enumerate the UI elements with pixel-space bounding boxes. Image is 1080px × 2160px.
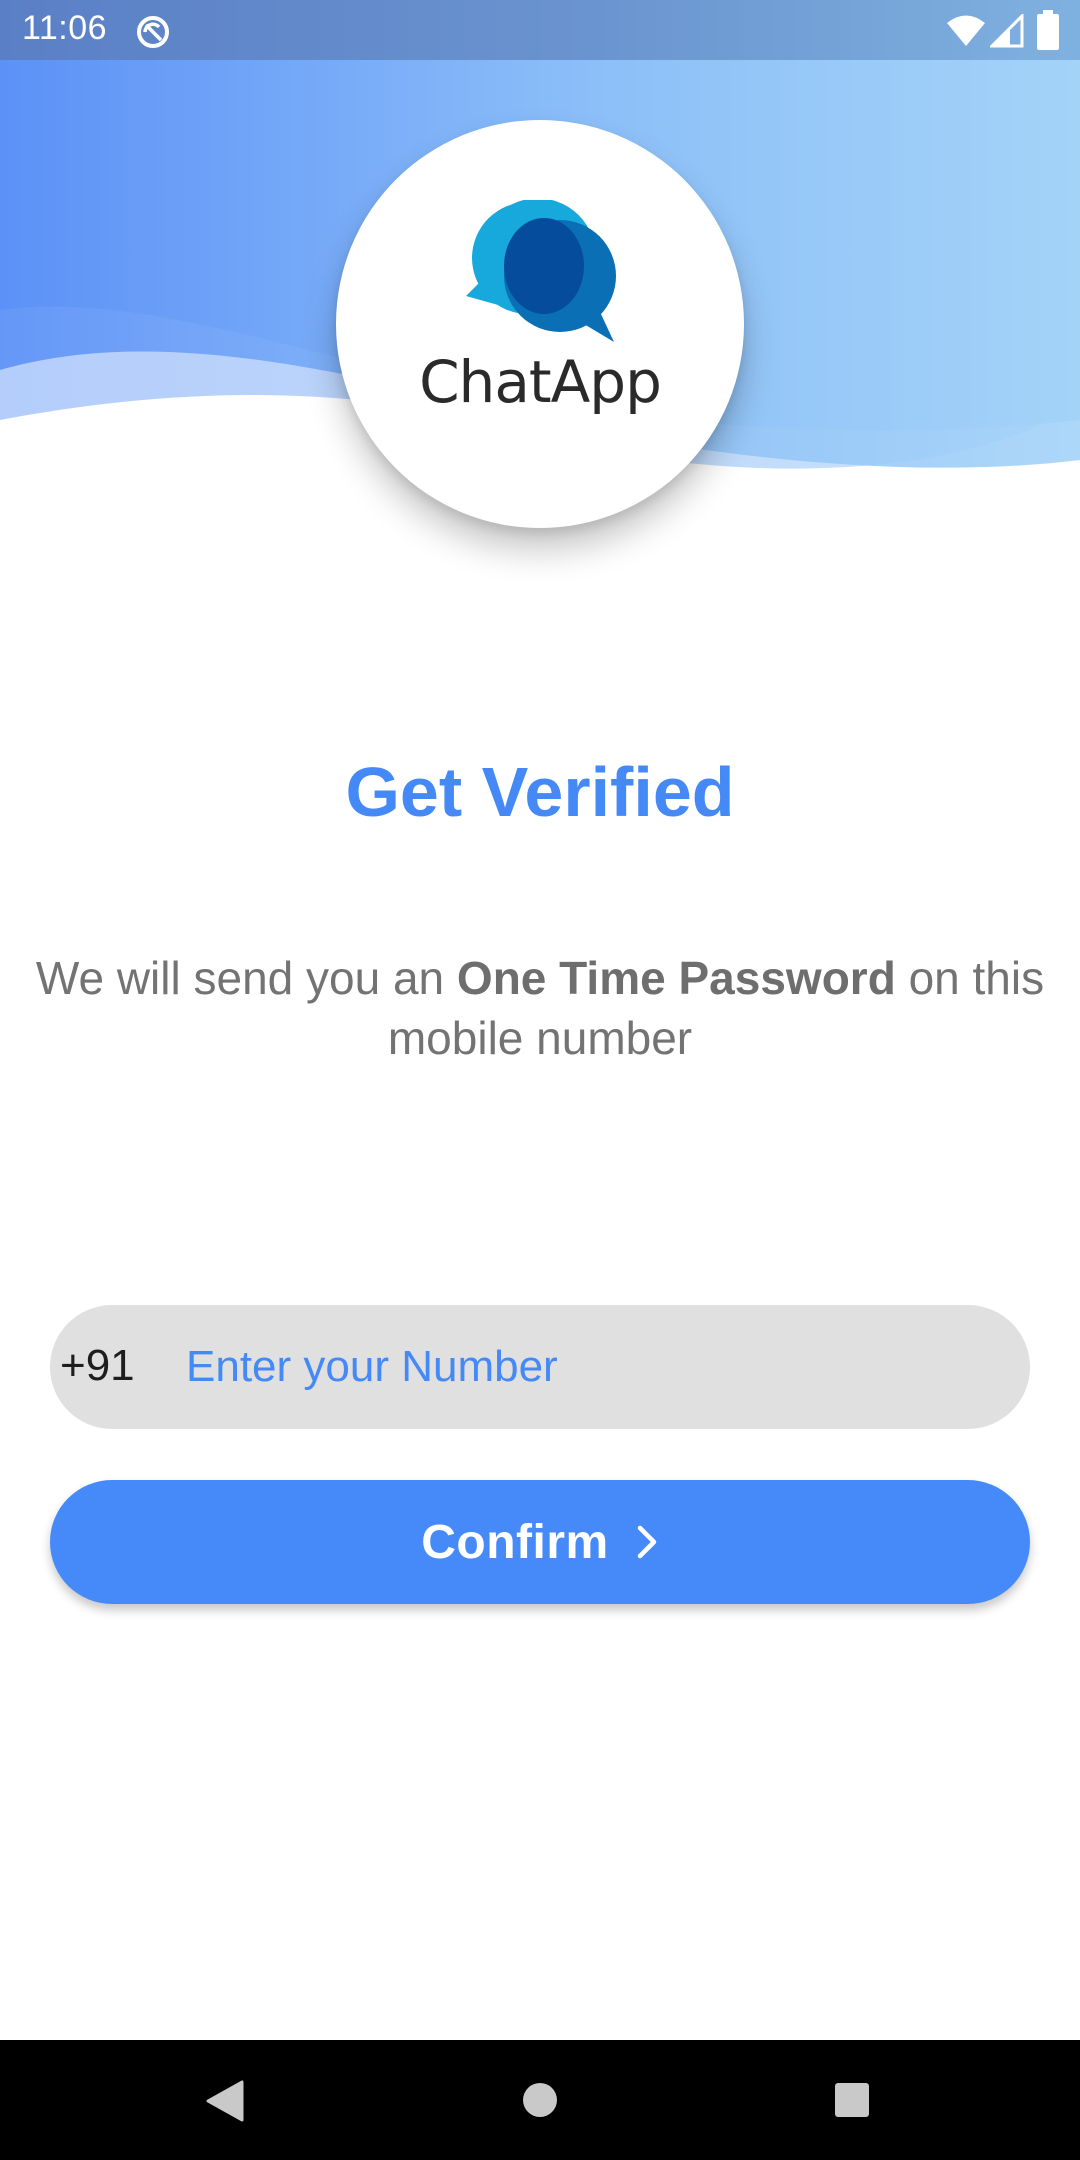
phone-number-field[interactable]: +91 <box>50 1305 1030 1429</box>
status-time: 11:06 <box>22 9 108 47</box>
battery-icon <box>1037 10 1059 50</box>
description-text-start: We will send you an <box>35 952 457 1004</box>
page-title: Get Verified <box>345 753 735 831</box>
description-emphasis: One Time Password <box>456 952 896 1004</box>
phone-number-input[interactable] <box>186 1305 1006 1429</box>
confirm-label: Confirm <box>421 1515 609 1569</box>
status-bar: 11:06 <box>0 0 1080 60</box>
wifi-icon <box>947 15 985 46</box>
app-logo: ChatApp <box>336 120 744 528</box>
navigation-bar <box>0 2040 1080 2160</box>
home-icon[interactable] <box>522 2082 558 2118</box>
confirm-button[interactable]: Confirm <box>50 1480 1030 1604</box>
sync-icon <box>137 16 169 48</box>
logo-text: ChatApp <box>419 348 662 416</box>
signal-icon <box>990 14 1024 48</box>
verify-screen: 11:06 ChatApp Get Verified We will send … <box>0 0 1080 2160</box>
chevron-right-icon <box>637 1525 656 1559</box>
chat-bubbles-icon <box>466 200 616 342</box>
back-icon[interactable] <box>204 2080 244 2122</box>
page-description: We will send you an One Time Password on… <box>20 948 1060 1068</box>
country-code[interactable]: +91 <box>60 1341 135 1391</box>
recents-icon[interactable] <box>834 2082 870 2118</box>
